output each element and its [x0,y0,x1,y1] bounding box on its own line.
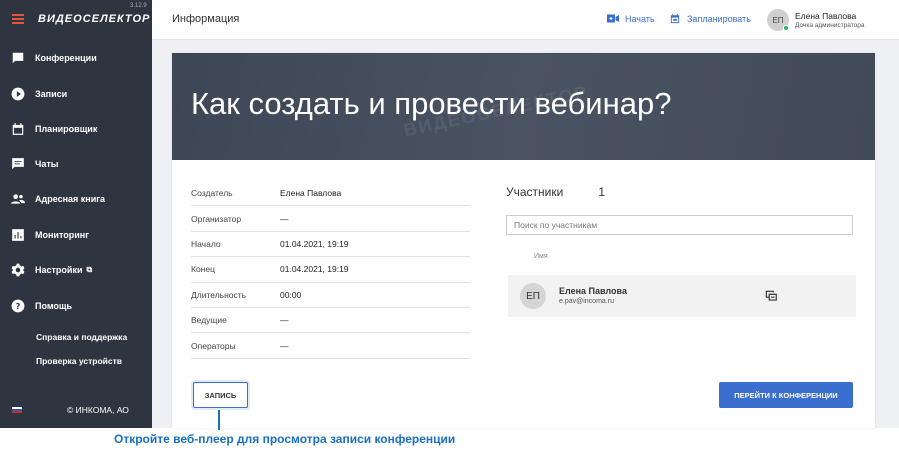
user-name: Елена Павлова [795,11,857,21]
menu-icon[interactable] [12,14,24,24]
sidebar: ВИДЕОСЕЛЕКТОР 3.12.9 Конференции Записи … [0,0,152,428]
start-button[interactable]: Начать [607,13,655,24]
detail-key: Организатор [191,213,242,224]
sidebar-item-settings[interactable]: Настройки ⧉ [0,255,152,285]
message-icon [11,157,25,171]
sidebar-item-label: Планировщик [35,124,98,134]
detail-row-operators: Операторы — [191,333,470,359]
language-flag-icon[interactable] [12,406,22,414]
recording-button[interactable]: ЗАПИСЬ [193,382,248,408]
sidebar-item-label: Записи [35,89,68,99]
detail-row-start: Начало 01.04.2021, 19:19 [191,232,470,258]
avatar: ЕП [520,283,546,309]
video-icon [607,14,619,23]
app-window: ВИДЕОСЕЛЕКТОР 3.12.9 Конференции Записи … [0,0,899,428]
help-icon: ? [11,299,25,313]
header: Информация Начать Запланировать ЕП Елена… [152,0,899,40]
sidebar-item-recordings[interactable]: Записи [0,79,152,109]
start-label: Начать [625,13,655,24]
detail-key: Конец [191,264,215,275]
participants-header: Участники 1 [506,185,856,199]
participants-panel: Участники 1 Поиск по участникам Имя ЕП Е… [506,185,856,317]
detail-value: — [280,340,289,351]
participant-name: Елена Павлова [559,286,627,296]
detail-row-creator: Создатель Елена Павлова [191,181,470,207]
sidebar-item-help[interactable]: ? Помощь [0,291,152,321]
sidebar-item-monitoring[interactable]: Мониторинг [0,220,152,250]
detail-value: Елена Павлова [280,188,342,199]
detail-row-duration: Длительность 00:00 [191,283,470,308]
conference-title: Как создать и провести вебинар? [191,86,672,121]
sidebar-item-label: Чаты [35,159,59,169]
detail-key: Ведущие [191,315,227,326]
participants-search-input[interactable]: Поиск по участникам [506,215,853,235]
sidebar-item-planner[interactable]: Планировщик [0,114,152,144]
detail-row-hosts: Ведущие — [191,308,470,334]
join-conference-button[interactable]: ПЕРЕЙТИ К КОНФЕРЕНЦИИ [719,382,853,408]
participant-email: e.pav@incoma.ru [559,298,614,305]
app-logo: ВИДЕОСЕЛЕКТОР [38,13,151,25]
participant-row[interactable]: ЕП Елена Павлова e.pav@incoma.ru [508,275,856,317]
user-role: Дочка администратора [795,22,865,29]
external-link-icon: ⧉ [86,265,93,274]
detail-key: Операторы [191,340,236,351]
sidebar-item-device-check[interactable]: Проверка устройств [36,356,122,366]
sidebar-item-conferences[interactable]: Конференции [0,43,152,73]
play-icon [11,87,25,101]
detail-value: 01.04.2021, 19:19 [280,264,349,275]
sidebar-footer: © ИНКОМА, АО [0,400,152,420]
sidebar-item-label: Мониторинг [35,230,89,240]
svg-text:?: ? [16,301,21,311]
sidebar-item-chats[interactable]: Чаты [0,149,152,179]
user-menu[interactable]: ЕП Елена Павлова Дочка администратора [767,9,897,33]
sidebar-item-label: Адресная книга [35,194,106,204]
screen-share-icon[interactable] [764,289,778,303]
sidebar-item-label: Конференции [35,53,97,63]
sidebar-item-label: Настройки [35,265,83,275]
chart-icon [11,228,25,242]
detail-value: — [280,213,289,224]
calendar-icon [11,122,25,136]
callout-pointer [218,410,220,430]
callout-caption: Откройте веб-плеер для просмотра записи … [114,432,456,446]
calendar-icon [670,13,680,24]
detail-value: 01.04.2021, 19:19 [280,238,349,249]
brand: ВИДЕОСЕЛЕКТОР 3.12.9 [0,0,152,40]
main-content: ВИДЕОСЕЛЕКТОР Как создать и провести веб… [152,40,899,428]
detail-value: — [280,315,289,326]
gear-icon [11,263,25,277]
contacts-icon [11,192,25,206]
detail-key: Создатель [191,188,233,199]
conference-banner: ВИДЕОСЕЛЕКТОР Как создать и провести веб… [172,53,875,160]
copyright: © ИНКОМА, АО [67,405,129,415]
detail-row-organizer: Организатор — [191,206,470,232]
app-version: 3.12.9 [130,3,147,9]
detail-key: Начало [191,238,221,249]
conference-card: ВИДЕОСЕЛЕКТОР Как создать и провести веб… [172,53,875,428]
page-title: Информация [172,13,240,25]
column-header-name: Имя [534,253,548,260]
detail-value: 00:00 [280,289,302,300]
online-status-indicator [783,25,789,31]
conference-details: Создатель Елена Павлова Организатор — На… [191,181,470,359]
chat-icon [11,51,25,65]
participants-count: 1 [598,185,606,199]
schedule-label: Запланировать [687,13,751,24]
detail-row-end: Конец 01.04.2021, 19:19 [191,257,470,283]
sidebar-item-label: Помощь [35,301,73,311]
sidebar-item-support[interactable]: Справка и поддержка [36,332,127,342]
participants-title: Участники [506,185,564,199]
sidebar-item-address-book[interactable]: Адресная книга [0,184,152,214]
detail-key: Длительность [191,289,247,300]
schedule-button[interactable]: Запланировать [669,13,751,24]
